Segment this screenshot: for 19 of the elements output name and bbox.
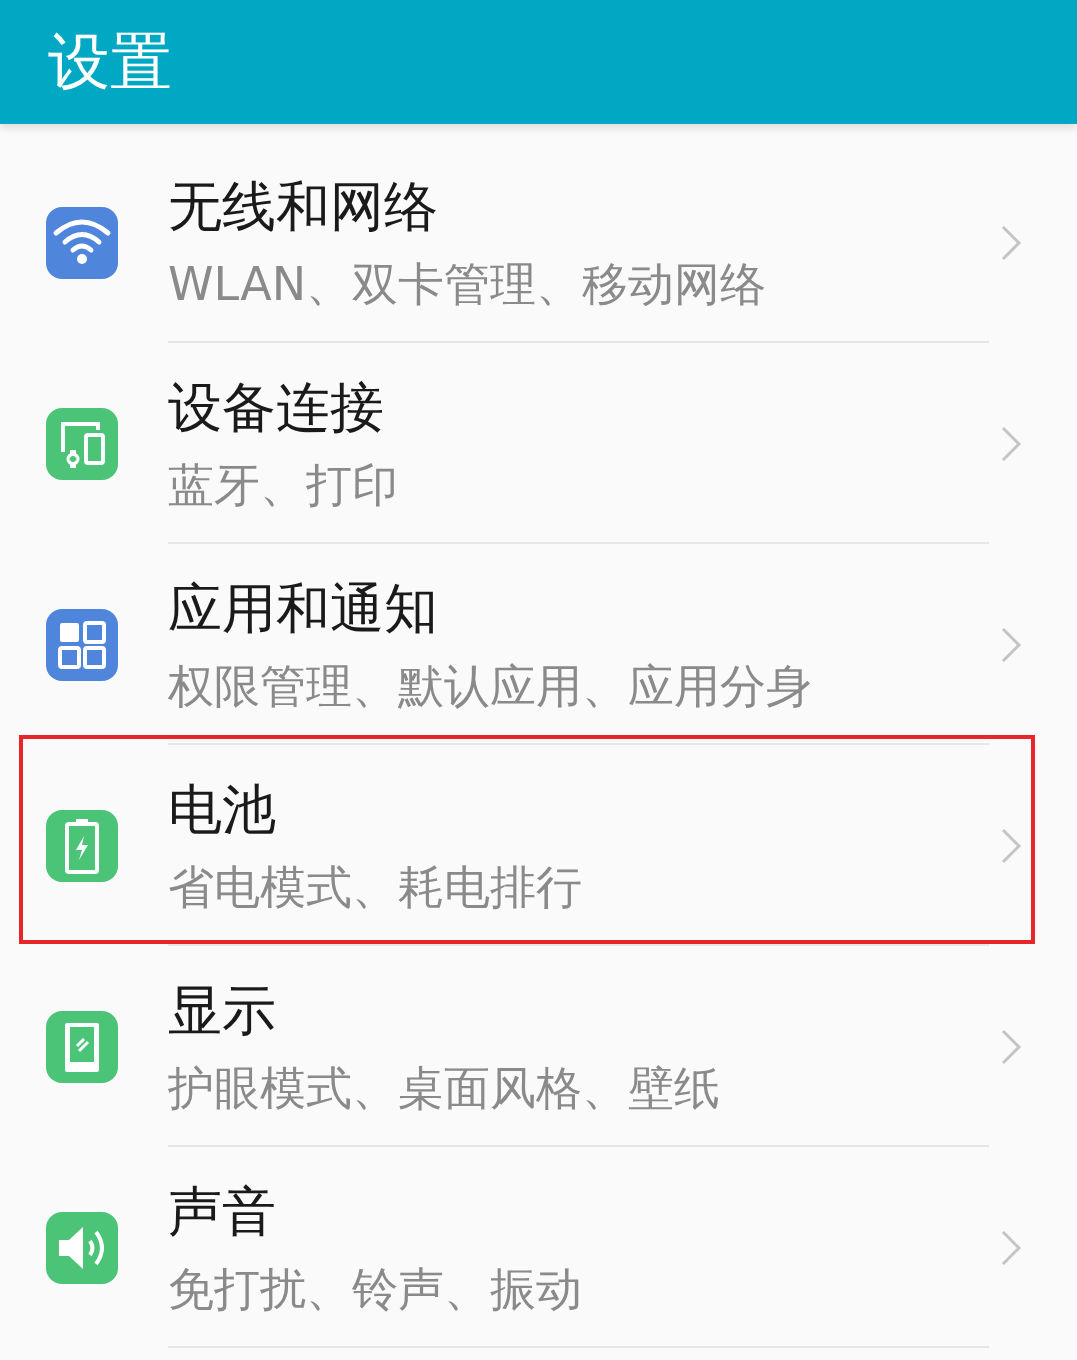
setting-subtitle: 权限管理、默认应用、应用分身 [168,658,812,715]
setting-subtitle: 护眼模式、桌面风格、壁纸 [168,1060,720,1117]
setting-subtitle: WLAN、双卡管理、移动网络 [168,256,767,313]
setting-title[interactable]: 显示 [168,975,276,1048]
page-title: 设置 [48,24,172,100]
sound-icon[interactable] [46,1211,118,1284]
display-icon[interactable] [46,1010,118,1083]
devices-icon[interactable] [46,407,118,480]
battery-icon[interactable] [46,809,118,882]
wifi-icon[interactable] [46,206,118,279]
setting-subtitle: 省电模式、耗电排行 [168,859,582,916]
setting-subtitle: 免打扰、铃声、振动 [168,1261,582,1318]
setting-subtitle: 蓝牙、打印 [168,457,398,514]
setting-title[interactable]: 设备连接 [168,372,384,445]
setting-title[interactable]: 无线和网络 [168,171,438,244]
setting-title[interactable]: 声音 [168,1176,276,1249]
setting-title[interactable]: 电池 [168,774,276,847]
setting-title[interactable]: 应用和通知 [168,573,438,646]
apps-icon[interactable] [46,608,118,681]
